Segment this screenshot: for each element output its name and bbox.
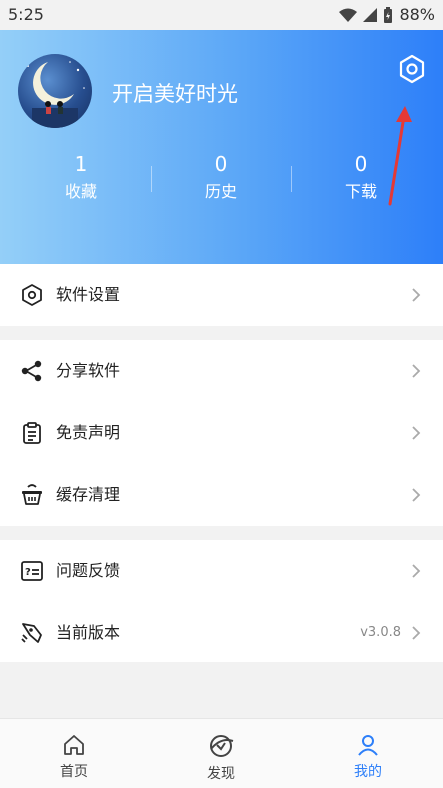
chevron-right-icon [412, 626, 421, 640]
version-value: v3.0.8 [360, 625, 401, 640]
menu-item-label: 免责声明 [56, 423, 121, 442]
menu-group-about: ? 问题反馈 当前版本 v3.0.8 [0, 540, 443, 662]
history-count: 0 [214, 152, 228, 176]
menu-group-general: 分享软件 免责声明 缓存清理 [0, 340, 443, 526]
clipboard-icon [23, 422, 41, 444]
share-icon [21, 360, 42, 382]
wifi-icon [339, 8, 358, 22]
menu-item-disclaimer[interactable]: 免责声明 [0, 402, 443, 464]
signal-icon [363, 7, 378, 22]
stat-history[interactable]: 0 历史 [171, 152, 271, 204]
tab-home[interactable]: 首页 [34, 733, 114, 781]
menu-item-label: 问题反馈 [56, 561, 121, 580]
battery-icon [384, 6, 393, 23]
menu-item-label: 当前版本 [56, 623, 121, 642]
chevron-right-icon [412, 426, 421, 440]
stat-divider [151, 166, 152, 192]
favorites-label: 收藏 [64, 182, 97, 201]
downloads-label: 下载 [344, 182, 377, 201]
stat-downloads[interactable]: 0 下载 [311, 152, 411, 204]
battery-level: 88% [399, 5, 435, 24]
chevron-right-icon [412, 564, 421, 578]
user-name[interactable]: 开启美好时光 [112, 78, 238, 108]
discover-icon [210, 735, 234, 757]
settings-hex-icon [22, 284, 42, 306]
svg-text:?: ? [25, 567, 31, 578]
favorites-count: 1 [74, 152, 88, 176]
menu-item-label: 缓存清理 [56, 485, 121, 504]
tab-label: 我的 [354, 764, 382, 780]
menu-item-clear-cache[interactable]: 缓存清理 [0, 464, 443, 526]
feedback-icon: ? [21, 561, 43, 581]
status-bar: 5:25 88% [0, 0, 443, 30]
chevron-right-icon [412, 288, 421, 302]
menu-item-label: 分享软件 [56, 361, 121, 380]
tab-label: 首页 [60, 764, 88, 780]
user-icon [358, 735, 378, 756]
status-time: 5:25 [8, 5, 44, 24]
chevron-right-icon [412, 488, 421, 502]
moon-avatar-image [27, 61, 85, 128]
bottom-tab-bar: 首页 发现 我的 [0, 718, 443, 788]
tab-discover[interactable]: 发现 [181, 733, 261, 783]
stat-divider [291, 166, 292, 192]
settings-icon[interactable] [396, 53, 428, 85]
menu-item-label: 软件设置 [56, 285, 121, 304]
chevron-right-icon [412, 364, 421, 378]
rocket-icon [21, 623, 42, 643]
menu-item-feedback[interactable]: ? 问题反馈 [0, 540, 443, 602]
menu-item-software-settings[interactable]: 软件设置 [0, 264, 443, 326]
tab-label: 发现 [207, 766, 235, 782]
downloads-count: 0 [354, 152, 368, 176]
status-icons: 88% [339, 5, 435, 24]
menu-group-settings: 软件设置 [0, 264, 443, 326]
history-label: 历史 [204, 182, 237, 201]
stats-row: 1 收藏 0 历史 0 下载 [0, 152, 443, 212]
basket-icon [22, 484, 42, 505]
tab-mine[interactable]: 我的 [328, 733, 408, 781]
menu-item-share-software[interactable]: 分享软件 [0, 340, 443, 402]
menu-item-current-version[interactable]: 当前版本 v3.0.8 [0, 602, 443, 664]
stat-favorites[interactable]: 1 收藏 [31, 152, 131, 204]
home-icon [64, 735, 84, 755]
avatar[interactable] [18, 54, 92, 128]
